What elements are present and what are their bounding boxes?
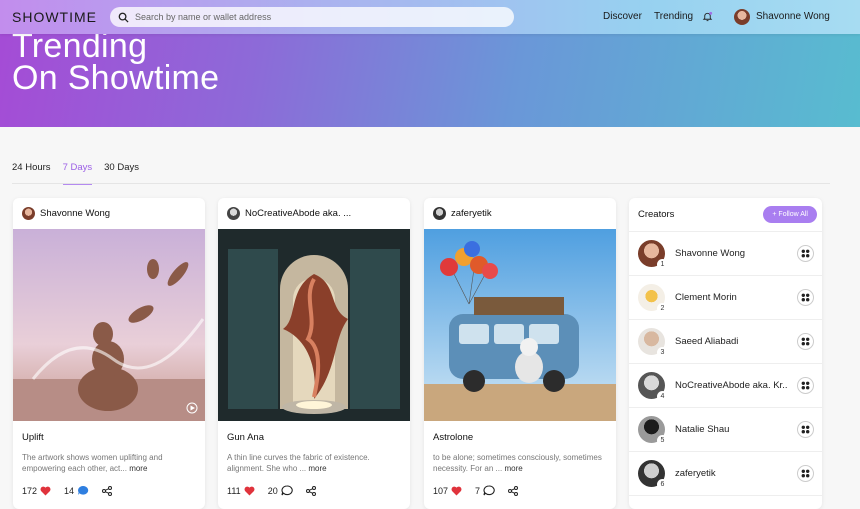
tab-7-days[interactable]: 7 Days <box>62 162 93 185</box>
creator-name[interactable]: NoCreativeAbode aka. Kr... <box>675 380 787 391</box>
creator-name[interactable]: Saeed Aliabadi <box>675 336 787 347</box>
tab-24-hours[interactable]: 24 Hours <box>12 162 51 185</box>
creator-avatar[interactable]: 4 <box>638 372 668 402</box>
follow-button[interactable] <box>797 465 814 482</box>
comment-icon[interactable] <box>281 485 293 496</box>
grid-icon <box>801 425 810 434</box>
like-count: 107 <box>433 485 449 496</box>
creator-avatar[interactable]: 6 <box>638 460 668 490</box>
artwork-title[interactable]: Astrolone <box>433 432 473 443</box>
follow-button[interactable] <box>797 333 814 350</box>
nav-discover[interactable]: Discover <box>603 11 642 22</box>
like-count: 111 <box>227 485 241 496</box>
search-bar[interactable] <box>110 7 514 27</box>
creator-avatar[interactable]: 3 <box>638 328 668 358</box>
follow-all-button[interactable]: + Follow All <box>763 206 817 223</box>
artwork-image[interactable] <box>218 229 410 421</box>
creator-rank: 1 <box>657 259 668 270</box>
creator-name[interactable]: Shavonne Wong <box>675 248 787 259</box>
card-creator[interactable]: NoCreativeAbode aka. ... <box>218 198 410 229</box>
creator-rank: 2 <box>657 303 668 314</box>
nav-trending[interactable]: Trending <box>654 11 693 22</box>
artwork-title[interactable]: Uplift <box>22 432 44 443</box>
creator-name: Shavonne Wong <box>40 208 111 219</box>
share-icon[interactable] <box>508 485 519 496</box>
heart-icon[interactable] <box>451 486 462 496</box>
creator-name: zaferyetik <box>451 208 492 219</box>
artwork-description: The artwork shows women uplifting and em… <box>22 453 163 473</box>
creator-name: NoCreativeAbode aka. ... <box>245 208 352 219</box>
card-actions: 172 14 <box>22 485 125 496</box>
card-actions: 107 7 <box>433 485 531 496</box>
creator-avatar[interactable]: 2 <box>638 284 668 314</box>
creator-name[interactable]: zaferyetik <box>675 468 787 479</box>
artwork-title[interactable]: Gun Ana <box>227 432 264 443</box>
more-link[interactable]: more <box>308 464 326 473</box>
artwork-image[interactable] <box>424 229 616 421</box>
creators-panel: Creators + Follow All 1 Shavonne Wong 2 … <box>629 198 822 509</box>
grid-icon <box>801 381 810 390</box>
creator-row[interactable]: 3 Saeed Aliabadi <box>629 320 822 364</box>
user-name[interactable]: Shavonne Wong <box>756 11 830 22</box>
artwork-description: A thin line curves the fabric of existen… <box>227 453 370 473</box>
heart-icon[interactable] <box>40 486 51 496</box>
user-avatar[interactable] <box>734 9 750 25</box>
creator-rank: 6 <box>657 479 668 490</box>
comment-icon[interactable] <box>77 485 89 496</box>
creator-row[interactable]: 4 NoCreativeAbode aka. Kr... <box>629 364 822 408</box>
creator-row[interactable]: 2 Clement Morin <box>629 276 822 320</box>
creator-avatar <box>227 207 240 220</box>
grid-icon <box>801 469 810 478</box>
time-range-tabs: 24 Hours 7 Days 30 Days <box>12 162 139 185</box>
share-icon[interactable] <box>305 485 316 496</box>
search-input[interactable] <box>135 12 495 22</box>
tab-30-days[interactable]: 30 Days <box>104 162 139 185</box>
follow-button[interactable] <box>797 245 814 262</box>
tabs-divider <box>12 183 830 184</box>
artwork-image[interactable] <box>13 229 205 421</box>
creator-avatar <box>22 207 35 220</box>
grid-icon <box>801 293 810 302</box>
card-creator[interactable]: zaferyetik <box>424 198 616 229</box>
like-count: 172 <box>22 485 38 496</box>
creators-header: Creators + Follow All <box>629 198 822 232</box>
heart-icon[interactable] <box>244 486 255 496</box>
creator-avatar[interactable]: 5 <box>638 416 668 446</box>
search-icon <box>118 12 129 23</box>
creator-row[interactable]: 1 Shavonne Wong <box>629 232 822 276</box>
creator-avatar[interactable]: 1 <box>638 240 668 270</box>
creator-name[interactable]: Clement Morin <box>675 292 787 303</box>
bell-icon[interactable] <box>702 11 713 22</box>
nft-card[interactable]: Shavonne Wong Uplift The artwork shows w… <box>13 198 205 509</box>
more-link[interactable]: more <box>504 464 522 473</box>
creator-rank: 4 <box>657 391 668 402</box>
grid-icon <box>801 249 810 258</box>
top-nav-bar: SHOWTIME Discover Trending Shavonne Wong <box>0 0 860 34</box>
share-icon[interactable] <box>102 485 113 496</box>
card-actions: 111 20 <box>227 485 329 496</box>
showtime-logo[interactable]: SHOWTIME <box>12 9 97 25</box>
creator-rank: 3 <box>657 347 668 358</box>
creator-rank: 5 <box>657 435 668 446</box>
follow-button[interactable] <box>797 421 814 438</box>
card-creator[interactable]: Shavonne Wong <box>13 198 205 229</box>
more-link[interactable]: more <box>129 464 147 473</box>
hero-title: Trending On Showtime <box>12 27 220 97</box>
follow-button[interactable] <box>797 377 814 394</box>
creator-avatar <box>433 207 446 220</box>
creator-row[interactable]: 6 zaferyetik <box>629 452 822 496</box>
comment-count: 7 <box>475 485 481 496</box>
comment-count: 20 <box>267 485 278 496</box>
comment-icon[interactable] <box>483 485 495 496</box>
comment-count: 14 <box>64 485 75 496</box>
nft-card[interactable]: zaferyetik Astrolone to be alone; someti… <box>424 198 616 509</box>
nft-card[interactable]: NoCreativeAbode aka. ... Gun Ana A thin … <box>218 198 410 509</box>
creators-title: Creators <box>638 209 675 220</box>
creator-name[interactable]: Natalie Shau <box>675 424 787 435</box>
artwork-description: to be alone; sometimes consciously, some… <box>433 453 602 473</box>
follow-button[interactable] <box>797 289 814 306</box>
grid-icon <box>801 337 810 346</box>
creator-row[interactable]: 5 Natalie Shau <box>629 408 822 452</box>
